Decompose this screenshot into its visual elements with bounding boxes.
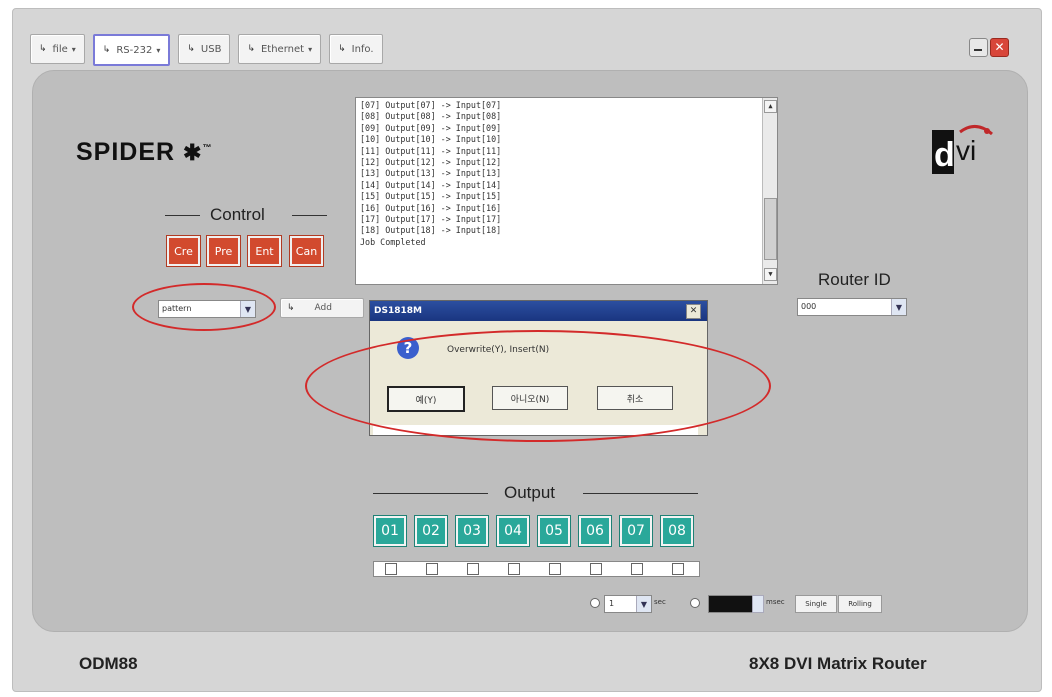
annotation-oval-pattern: [132, 283, 276, 331]
router-id-select[interactable]: 000 ▼: [797, 298, 907, 316]
product-name: 8X8 DVI Matrix Router: [749, 654, 927, 673]
control-rule-left: [165, 215, 200, 216]
arrow-icon: ↳: [102, 45, 111, 55]
log-line: [12] Output[12] -> Input[12]: [360, 157, 502, 168]
log-line: [17] Output[17] -> Input[17]: [360, 214, 502, 225]
log-line: [08] Output[08] -> Input[08]: [360, 111, 502, 122]
preset-button[interactable]: Pre: [207, 236, 240, 266]
log-output[interactable]: [07] Output[07] -> Input[07] [08] Output[…: [355, 97, 778, 285]
add-label: Add: [314, 303, 332, 313]
output-checkbox-02[interactable]: [426, 563, 438, 575]
output-title: Output: [504, 483, 556, 502]
output-checkbox-03[interactable]: [467, 563, 479, 575]
output-checkbox-row: [373, 561, 700, 577]
msec-label: msec: [766, 598, 785, 606]
log-line: [09] Output[09] -> Input[09]: [360, 122, 502, 133]
svg-text:vi: vi: [956, 135, 976, 166]
output-rule-right: [583, 493, 698, 494]
arrow-icon: ↳: [187, 44, 195, 54]
output-button-05[interactable]: 05: [538, 516, 570, 546]
annotation-oval-dialog: [305, 330, 771, 442]
caret-icon: ▾: [71, 44, 76, 54]
arrow-icon: ↳: [287, 303, 295, 313]
output-checkbox-01[interactable]: [385, 563, 397, 575]
single-button[interactable]: Single: [795, 595, 837, 613]
output-rule-left: [373, 493, 488, 494]
output-checkbox-07[interactable]: [631, 563, 643, 575]
scroll-down-icon[interactable]: ▼: [764, 268, 777, 281]
msec-spinner-icon[interactable]: [752, 595, 764, 613]
model-name: ODM88: [79, 654, 138, 673]
router-id-value: 000: [801, 302, 817, 311]
output-button-08[interactable]: 08: [661, 516, 693, 546]
spider-logo: SPIDER ✱™: [76, 138, 212, 167]
chevron-down-icon[interactable]: ▼: [636, 596, 651, 612]
ethernet-tab[interactable]: ↳ Ethernet ▾: [238, 34, 322, 64]
spider-icon: ✱: [183, 140, 203, 165]
output-button-01[interactable]: 01: [374, 516, 406, 546]
cancel-control-button[interactable]: Can: [290, 236, 323, 266]
output-button-06[interactable]: 06: [579, 516, 611, 546]
log-line: [18] Output[18] -> Input[18]: [360, 225, 502, 236]
scroll-up-icon[interactable]: ▲: [764, 100, 777, 113]
log-lines: [07] Output[07] -> Input[07] [08] Output[…: [360, 100, 501, 248]
arrow-icon: ↳: [338, 44, 346, 54]
sec-label: sec: [654, 598, 666, 606]
log-line: [07] Output[07] -> Input[07]: [360, 100, 502, 110]
msec-radio[interactable]: [690, 598, 700, 608]
minimize-icon[interactable]: [969, 38, 988, 57]
scroll-thumb[interactable]: [764, 198, 777, 260]
output-checkbox-08[interactable]: [672, 563, 684, 575]
log-line: [14] Output[14] -> Input[14]: [360, 179, 502, 190]
log-line: [11] Output[11] -> Input[11]: [360, 145, 502, 156]
control-title: Control: [210, 205, 265, 224]
svg-text:d: d: [934, 136, 955, 174]
logo-text: SPIDER: [76, 138, 176, 166]
dvi-logo: d vi: [932, 125, 993, 174]
dialog-close-icon[interactable]: ✕: [686, 304, 701, 319]
rolling-button[interactable]: Rolling: [838, 595, 882, 613]
arrow-icon: ↳: [247, 44, 255, 54]
enter-button[interactable]: Ent: [248, 236, 281, 266]
close-icon[interactable]: ✕: [990, 38, 1009, 57]
control-rule-right: [292, 215, 327, 216]
seconds-select[interactable]: 1 ▼: [604, 595, 652, 613]
ethernet-label: Ethernet: [260, 43, 305, 55]
log-line: [16] Output[16] -> Input[16]: [360, 202, 502, 213]
log-line: [13] Output[13] -> Input[13]: [360, 168, 502, 179]
output-checkbox-04[interactable]: [508, 563, 520, 575]
output-checkbox-05[interactable]: [549, 563, 561, 575]
caret-icon: ▾: [156, 45, 161, 55]
rs232-tab[interactable]: ↳ RS-232 ▾: [92, 34, 171, 66]
add-button[interactable]: ↳ Add: [280, 298, 364, 318]
seconds-value: 1: [609, 599, 615, 608]
log-line: [15] Output[15] -> Input[15]: [360, 191, 502, 202]
log-line: Job Completed: [360, 236, 426, 247]
router-id-title: Router ID: [818, 270, 891, 289]
arrow-icon: ↳: [39, 44, 47, 54]
usb-label: USB: [200, 43, 222, 55]
info-label: Info.: [351, 43, 374, 55]
output-checkbox-06[interactable]: [590, 563, 602, 575]
file-label: file: [52, 43, 68, 55]
dialog-titlebar: DS1818M ✕: [370, 301, 707, 321]
file-menu-button[interactable]: ↳ file ▾: [30, 34, 85, 64]
usb-tab[interactable]: ↳ USB: [178, 34, 231, 64]
chevron-down-icon[interactable]: ▼: [891, 299, 906, 315]
output-button-03[interactable]: 03: [456, 516, 488, 546]
dialog-title: DS1818M: [374, 306, 422, 316]
msec-input[interactable]: [708, 595, 756, 613]
create-button[interactable]: Cre: [167, 236, 200, 266]
toolbar: ↳ file ▾ ↳ RS-232 ▾ ↳ USB ↳ Ethernet ▾ ↳ Info.: [30, 34, 383, 66]
caret-icon: ▾: [308, 44, 313, 54]
log-line: [10] Output[10] -> Input[10]: [360, 134, 502, 145]
output-button-04[interactable]: 04: [497, 516, 529, 546]
rs232-label: RS-232: [116, 44, 153, 56]
sec-radio[interactable]: [590, 598, 600, 608]
info-tab[interactable]: ↳ Info.: [329, 34, 383, 64]
output-button-07[interactable]: 07: [620, 516, 652, 546]
log-scrollbar[interactable]: ▲ ▼: [762, 98, 777, 284]
output-button-02[interactable]: 02: [415, 516, 447, 546]
trademark-mark: ™: [202, 142, 213, 153]
